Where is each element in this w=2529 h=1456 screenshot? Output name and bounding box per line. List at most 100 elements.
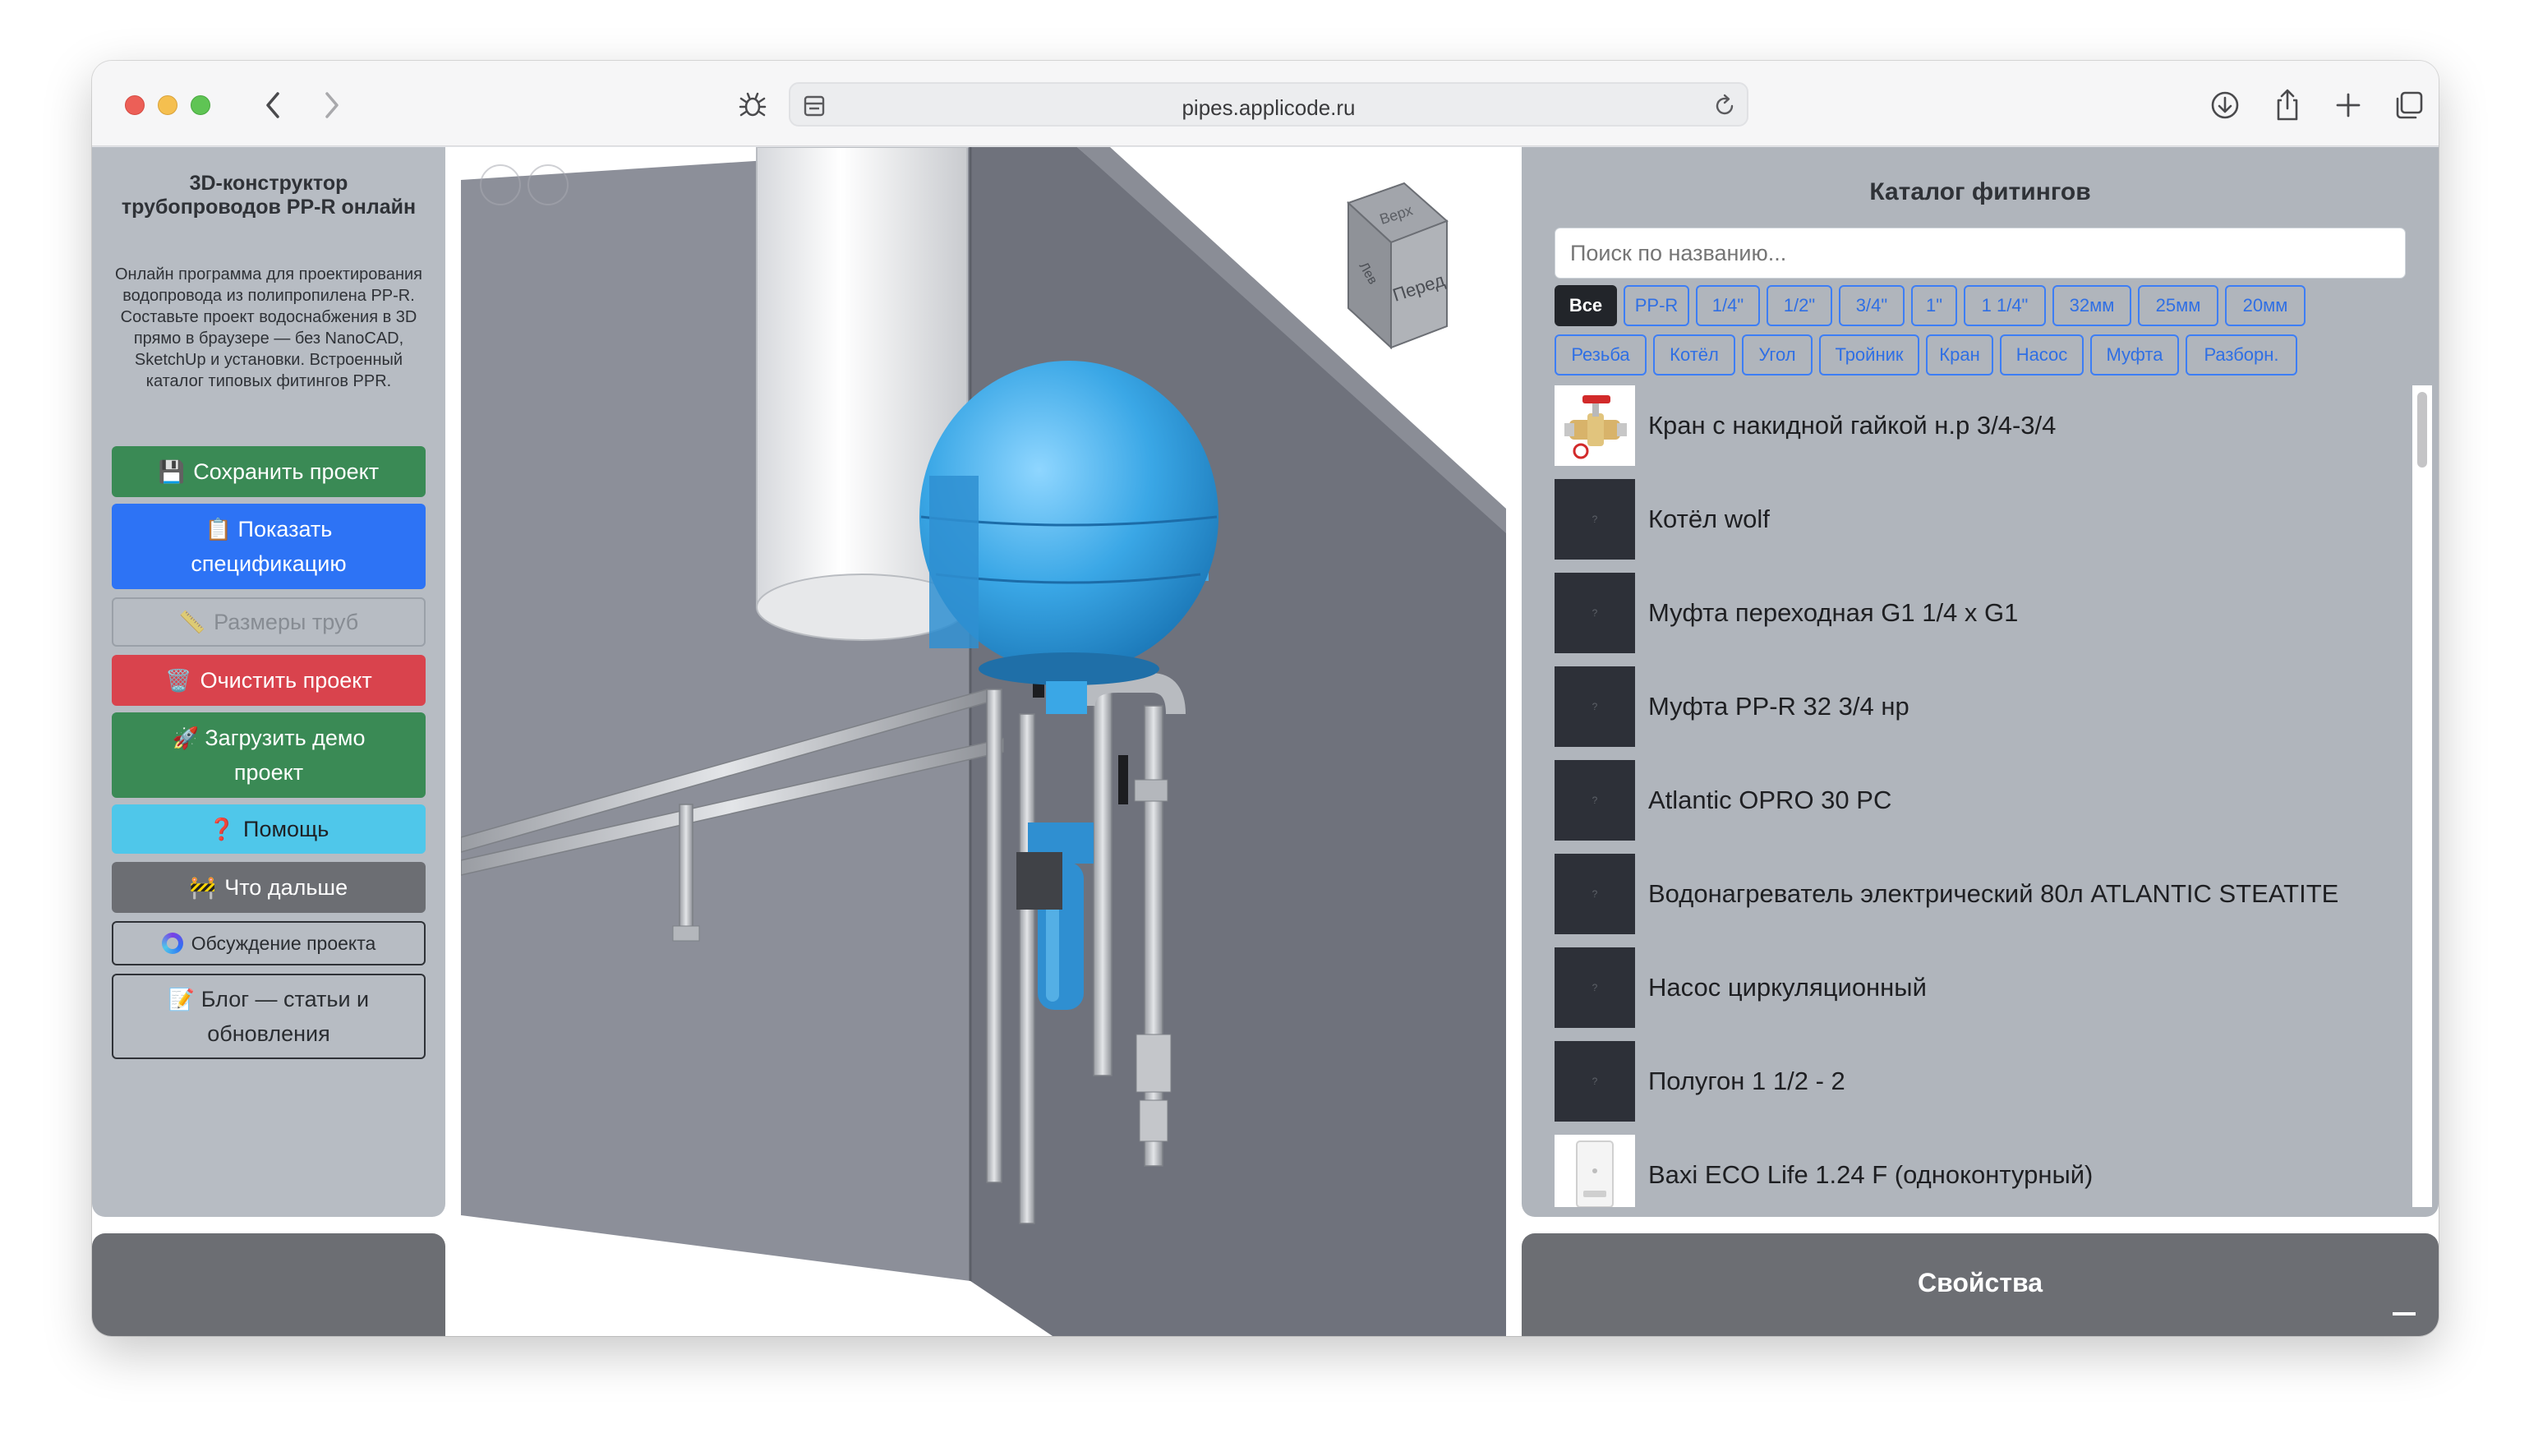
- catalog-item[interactable]: Кран с накидной гайкой н.р 3/4-3/4: [1555, 385, 2409, 466]
- help-label: Помощь: [243, 817, 329, 841]
- catalog-title: Каталог фитингов: [1869, 178, 2091, 205]
- catalog-item[interactable]: ? Муфта переходная G1 1/4 x G1: [1555, 573, 2409, 653]
- trash-icon: 🗑️: [165, 668, 192, 693]
- placeholder-thumbnail: ?: [1555, 854, 1635, 934]
- filter-chip-thread[interactable]: Резьба: [1555, 334, 1647, 376]
- app-title: 3D-конструктор трубопроводов PP-R онлайн: [121, 172, 417, 219]
- filter-chip-tee[interactable]: Тройник: [1819, 334, 1919, 376]
- show-specification-button[interactable]: 📋 Показать спецификацию: [112, 504, 426, 589]
- ruler-icon: 📏: [178, 610, 206, 634]
- filter-chip-boiler[interactable]: Котёл: [1653, 334, 1735, 376]
- rocket-icon: 🚀: [172, 726, 199, 750]
- placeholder-thumbnail: ?: [1555, 666, 1635, 747]
- view-cube[interactable]: Верх Перед Лев: [1347, 182, 1449, 350]
- discussion-logo-icon: [161, 933, 183, 954]
- browser-toolbar: pipes.applicode.ru: [92, 61, 2439, 146]
- filter-chip-32mm[interactable]: 32мм: [2052, 285, 2131, 326]
- catalog-item[interactable]: ? Муфта PP-R 32 3/4 нр: [1555, 666, 2409, 747]
- forward-icon[interactable]: [312, 87, 352, 123]
- filter-chip-ppr[interactable]: PP-R: [1624, 285, 1689, 326]
- page-content: 3D-конструктор трубопроводов PP-R онлайн…: [92, 147, 2439, 1336]
- discuss-project-label: Обсуждение проекта: [191, 933, 376, 954]
- catalog-scrollbar-thumb[interactable]: [2417, 392, 2427, 468]
- catalog-list[interactable]: Кран с накидной гайкой н.р 3/4-3/4 ? Кот…: [1555, 385, 2409, 1207]
- catalog-item[interactable]: ? Atlantic OPRO 30 PC: [1555, 760, 2409, 841]
- catalog-item[interactable]: ? Водонагреватель электрический 80л ATLA…: [1555, 854, 2409, 934]
- tab-overview-icon[interactable]: [2389, 85, 2429, 125]
- close-window-button[interactable]: [125, 95, 145, 115]
- filter-chip-detachable[interactable]: Разборн.: [2186, 334, 2297, 376]
- download-icon[interactable]: [2205, 85, 2245, 125]
- catalog-item-name: Муфта переходная G1 1/4 x G1: [1648, 598, 2019, 627]
- new-tab-icon[interactable]: [2329, 85, 2368, 125]
- ball-valve-icon: [1564, 395, 1627, 459]
- app-description: Онлайн программа для проектирования водо…: [114, 265, 422, 390]
- blog-button[interactable]: 📝 Блог — статьи и обновления: [112, 974, 426, 1059]
- catalog-search-input[interactable]: [1555, 228, 2406, 279]
- browser-window: pipes.applicode.ru 3D-конструктор трубоп…: [92, 61, 2439, 1336]
- save-project-button[interactable]: 💾 Сохранить проект: [112, 446, 426, 497]
- filter-chip-pump[interactable]: Насос: [2000, 334, 2084, 376]
- filter-chip-coupling[interactable]: Муфта: [2090, 334, 2179, 376]
- filter-chip-all[interactable]: Все: [1555, 285, 1617, 326]
- share-icon[interactable]: [2268, 85, 2307, 125]
- floppy-disk-icon: 💾: [158, 459, 186, 484]
- filter-chip-valve[interactable]: Кран: [1926, 334, 1993, 376]
- 3d-viewport[interactable]: Верх Перед Лев: [461, 147, 1506, 1336]
- collapse-icon[interactable]: [2393, 1312, 2416, 1315]
- whats-next-label: Что дальше: [224, 875, 348, 900]
- bug-icon[interactable]: [733, 87, 772, 123]
- filter-chip-25mm[interactable]: 25мм: [2138, 285, 2218, 326]
- left-bottom-panel: [92, 1233, 445, 1336]
- clear-project-button[interactable]: 🗑️ Очистить проект: [112, 655, 426, 706]
- back-icon[interactable]: [253, 87, 293, 123]
- help-button[interactable]: ❓ Помощь: [112, 804, 426, 854]
- load-demo-label: Загрузить демо проект: [205, 726, 366, 785]
- filter-chip-1-4[interactable]: 1/4": [1696, 285, 1760, 326]
- reload-icon[interactable]: [1712, 94, 1737, 122]
- catalog-item-name: Кран с накидной гайкой н.р 3/4-3/4: [1648, 411, 2057, 440]
- placeholder-thumbnail: ?: [1555, 1041, 1635, 1122]
- load-demo-button[interactable]: 🚀 Загрузить демо проект: [112, 712, 426, 798]
- catalog-item[interactable]: ? Полугон 1 1/2 - 2: [1555, 1041, 2409, 1122]
- properties-panel: Свойства: [1522, 1233, 2439, 1336]
- whats-next-button[interactable]: 🚧 Что дальше: [112, 862, 426, 913]
- filter-chip-3-4[interactable]: 3/4": [1839, 285, 1905, 326]
- url-text: pipes.applicode.ru: [1182, 95, 1356, 120]
- fittings-catalog-panel: Каталог фитингов Все PP-R 1/4" 1/2" 3/4"…: [1522, 147, 2439, 1217]
- blog-label: Блог — статьи и обновления: [200, 987, 370, 1046]
- minimize-window-button[interactable]: [158, 95, 177, 115]
- valve-thumbnail: [1555, 385, 1635, 466]
- left-sidebar: 3D-конструктор трубопроводов PP-R онлайн…: [92, 147, 445, 1217]
- catalog-item[interactable]: ? Котёл wolf: [1555, 479, 2409, 560]
- catalog-scrollbar[interactable]: [2412, 385, 2432, 1207]
- catalog-item[interactable]: ? Насос циркуляционный: [1555, 947, 2409, 1028]
- placeholder-thumbnail: ?: [1555, 573, 1635, 653]
- filter-chip-1[interactable]: 1": [1911, 285, 1957, 326]
- pipe-sizes-button[interactable]: 📏 Размеры труб: [112, 597, 426, 647]
- address-bar[interactable]: pipes.applicode.ru: [789, 82, 1748, 127]
- zoom-window-button[interactable]: [191, 95, 210, 115]
- boiler-icon: [1576, 1140, 1614, 1207]
- filter-chip-1-1-4[interactable]: 1 1/4": [1964, 285, 2046, 326]
- catalog-item[interactable]: Baxi ECO Life 1.24 F (одноконтурный): [1555, 1135, 2409, 1207]
- catalog-item-name: Котёл wolf: [1648, 505, 1770, 533]
- properties-title: Свойства: [1917, 1268, 2043, 1297]
- clipboard-icon: 📋: [205, 517, 233, 541]
- memo-icon: 📝: [168, 987, 196, 1011]
- boiler-thumbnail: [1555, 1135, 1635, 1207]
- filter-chip-1-2[interactable]: 1/2": [1767, 285, 1832, 326]
- placeholder-thumbnail: ?: [1555, 479, 1635, 560]
- catalog-item-name: Насос циркуляционный: [1648, 973, 1927, 1002]
- filter-chip-angle[interactable]: Угол: [1742, 334, 1813, 376]
- save-project-label: Сохранить проект: [193, 459, 380, 484]
- placeholder-thumbnail: ?: [1555, 947, 1635, 1028]
- catalog-item-name: Водонагреватель электрический 80л ATLANT…: [1648, 879, 2339, 908]
- construction-icon: 🚧: [189, 875, 217, 900]
- filter-chip-20mm[interactable]: 20мм: [2225, 285, 2306, 326]
- 3d-scene[interactable]: Верх Перед Лев: [461, 147, 1506, 1336]
- placeholder-thumbnail: ?: [1555, 760, 1635, 841]
- catalog-item-name: Полугон 1 1/2 - 2: [1648, 1067, 1845, 1095]
- pipe-sizes-label: Размеры труб: [214, 610, 359, 634]
- discuss-project-button[interactable]: Обсуждение проекта: [112, 921, 426, 965]
